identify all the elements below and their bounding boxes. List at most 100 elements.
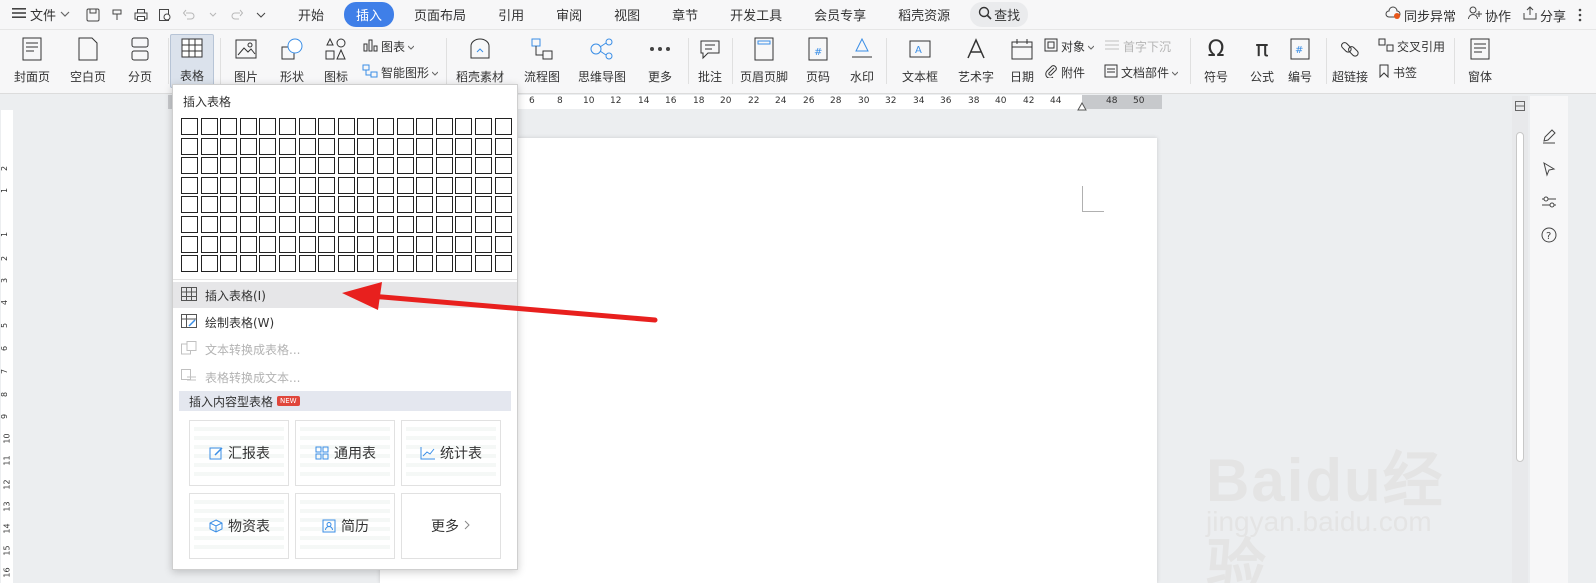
table-grid-cell[interactable] <box>259 157 277 175</box>
template-resume[interactable]: 简历 <box>295 493 395 559</box>
share-button[interactable]: 分享 <box>1523 6 1566 25</box>
table-grid-cell[interactable] <box>220 176 238 194</box>
table-grid-cell[interactable] <box>318 118 336 135</box>
table-grid-cell[interactable] <box>278 235 296 253</box>
table-grid-cell[interactable] <box>259 215 277 233</box>
table-grid-cell[interactable] <box>298 255 316 273</box>
table-to-text-item[interactable]: 表格转换成文本... <box>173 364 517 390</box>
table-grid-cell[interactable] <box>239 137 257 155</box>
comment-button[interactable]: 批注 <box>682 36 738 85</box>
table-grid-cell[interactable] <box>416 235 434 253</box>
table-grid-cell[interactable] <box>416 215 434 233</box>
table-grid-cell[interactable] <box>357 118 375 135</box>
table-grid-cell[interactable] <box>337 215 355 233</box>
table-grid-cell[interactable] <box>455 196 473 214</box>
blank-page-button[interactable]: 空白页 <box>60 36 116 85</box>
table-grid-cell[interactable] <box>220 255 238 273</box>
drop-cap-button[interactable]: 首字下沉 <box>1104 38 1171 55</box>
table-grid-cell[interactable] <box>337 137 355 155</box>
scrollbar-thumb[interactable] <box>1516 132 1524 462</box>
table-grid-cell[interactable] <box>259 196 277 214</box>
table-grid-cell[interactable] <box>396 235 414 253</box>
table-grid-cell[interactable] <box>474 215 492 233</box>
template-supplies-table[interactable]: 物资表 <box>189 493 289 559</box>
table-grid-cell[interactable] <box>416 255 434 273</box>
table-grid-cell[interactable] <box>396 118 414 135</box>
table-grid-cell[interactable] <box>376 137 394 155</box>
table-grid-cell[interactable] <box>318 235 336 253</box>
table-grid-cell[interactable] <box>474 255 492 273</box>
table-grid-cell[interactable] <box>435 137 453 155</box>
table-grid-cell[interactable] <box>298 196 316 214</box>
table-grid-cell[interactable] <box>474 196 492 214</box>
table-grid-cell[interactable] <box>455 215 473 233</box>
table-grid-cell[interactable] <box>357 235 375 253</box>
tab-chapter[interactable]: 章节 <box>660 2 710 27</box>
table-grid-cell[interactable] <box>474 118 492 135</box>
table-grid-cell[interactable] <box>200 235 218 253</box>
daoke-material-button[interactable]: 稻壳素材 <box>452 36 508 85</box>
tab-daoke[interactable]: 稻壳资源 <box>886 2 962 27</box>
table-grid-cell[interactable] <box>318 137 336 155</box>
table-grid-cell[interactable] <box>318 157 336 175</box>
table-grid-cell[interactable] <box>200 196 218 214</box>
tab-member[interactable]: 会员专享 <box>802 2 878 27</box>
table-grid-cell[interactable] <box>337 176 355 194</box>
table-grid-cell[interactable] <box>298 157 316 175</box>
split-view-icon[interactable] <box>1515 100 1525 114</box>
table-grid-cell[interactable] <box>435 176 453 194</box>
table-grid-cell[interactable] <box>455 255 473 273</box>
table-grid-cell[interactable] <box>337 255 355 273</box>
table-grid-cell[interactable] <box>494 215 512 233</box>
table-grid-cell[interactable] <box>318 215 336 233</box>
table-grid-cell[interactable] <box>494 196 512 214</box>
table-grid-cell[interactable] <box>278 255 296 273</box>
table-grid-cell[interactable] <box>200 157 218 175</box>
table-grid-cell[interactable] <box>435 157 453 175</box>
table-grid-cell[interactable] <box>416 137 434 155</box>
table-grid-cell[interactable] <box>435 255 453 273</box>
table-grid-cell[interactable] <box>259 118 277 135</box>
table-grid-cell[interactable] <box>200 176 218 194</box>
table-size-grid[interactable] <box>181 118 512 273</box>
table-grid-cell[interactable] <box>220 215 238 233</box>
search-button[interactable]: 查找 <box>970 2 1029 27</box>
table-grid-cell[interactable] <box>220 157 238 175</box>
smartart-button[interactable]: 智能图形 <box>362 64 439 81</box>
table-grid-cell[interactable] <box>376 235 394 253</box>
table-grid-cell[interactable] <box>259 137 277 155</box>
table-grid-cell[interactable] <box>494 255 512 273</box>
table-grid-cell[interactable] <box>259 235 277 253</box>
chart-button[interactable]: 图表 <box>362 38 415 55</box>
textbox-button[interactable]: A 文本框 <box>892 36 948 85</box>
table-grid-cell[interactable] <box>376 157 394 175</box>
tab-references[interactable]: 引用 <box>486 2 536 27</box>
table-grid-cell[interactable] <box>337 118 355 135</box>
sync-status-button[interactable]: 同步异常 <box>1385 6 1456 25</box>
table-grid-cell[interactable] <box>376 176 394 194</box>
print-icon[interactable] <box>130 4 152 26</box>
table-grid-cell[interactable] <box>181 176 198 194</box>
form-button[interactable]: 窗体 <box>1452 36 1508 85</box>
table-grid-cell[interactable] <box>200 137 218 155</box>
tab-developer[interactable]: 开发工具 <box>718 2 794 27</box>
table-grid-cell[interactable] <box>298 235 316 253</box>
print-preview-icon[interactable] <box>154 4 176 26</box>
table-grid-cell[interactable] <box>200 215 218 233</box>
table-grid-cell[interactable] <box>494 157 512 175</box>
table-grid-cell[interactable] <box>239 176 257 194</box>
table-grid-cell[interactable] <box>239 255 257 273</box>
mindmap-button[interactable]: 思维导图 <box>574 36 630 85</box>
table-grid-cell[interactable] <box>278 157 296 175</box>
table-grid-cell[interactable] <box>494 235 512 253</box>
cover-page-button[interactable]: 封面页 <box>4 36 60 85</box>
undo-icon[interactable] <box>178 4 200 26</box>
icon-button[interactable]: 图标 <box>308 36 364 85</box>
table-grid-cell[interactable] <box>298 137 316 155</box>
attachment-button[interactable]: 附件 <box>1044 64 1085 81</box>
table-grid-cell[interactable] <box>396 157 414 175</box>
indent-marker-icon[interactable] <box>1077 100 1087 114</box>
table-grid-cell[interactable] <box>474 137 492 155</box>
table-grid-cell[interactable] <box>181 118 198 135</box>
table-grid-cell[interactable] <box>376 215 394 233</box>
